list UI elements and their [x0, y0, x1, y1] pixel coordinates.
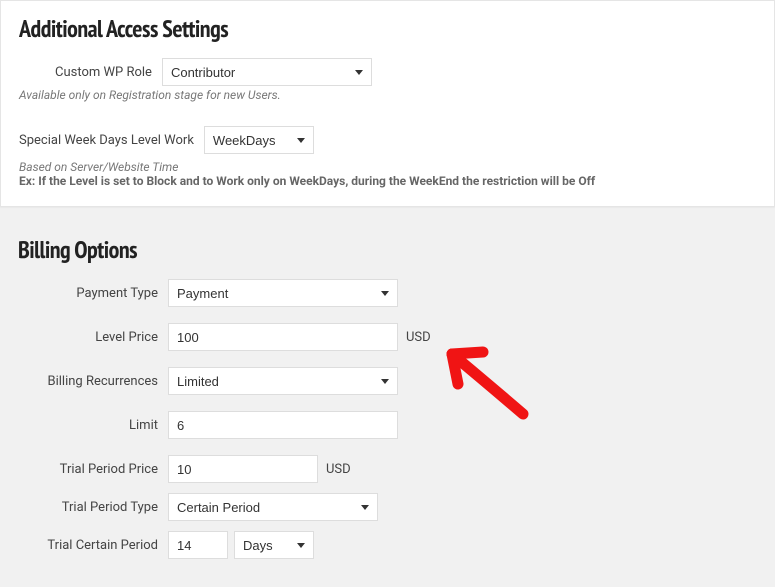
- billing-recurrences-label: Billing Recurrences: [18, 374, 168, 389]
- custom-wp-role-row: Custom WP Role Contributor: [55, 58, 756, 86]
- level-price-currency: USD: [406, 330, 431, 345]
- limit-label: Limit: [18, 418, 168, 433]
- trial-period-price-row: Trial Period Price USD: [18, 455, 757, 483]
- trial-period-price-currency: USD: [326, 462, 351, 477]
- access-settings-heading: Additional Access Settings: [19, 13, 756, 44]
- special-week-days-label: Special Week Days Level Work: [19, 133, 194, 148]
- custom-wp-role-label: Custom WP Role: [55, 65, 152, 80]
- billing-options-panel: Billing Options Payment Type Payment Lev…: [0, 222, 775, 587]
- trial-period-price-label: Trial Period Price: [18, 462, 168, 477]
- billing-options-heading: Billing Options: [18, 234, 757, 265]
- special-week-days-row: Special Week Days Level Work WeekDays: [19, 126, 756, 154]
- payment-type-row: Payment Type Payment: [18, 279, 757, 307]
- level-price-input[interactable]: [168, 323, 398, 351]
- trial-period-type-row: Trial Period Type Certain Period: [18, 493, 757, 521]
- level-price-label: Level Price: [18, 330, 168, 345]
- trial-period-price-input[interactable]: [168, 455, 318, 483]
- billing-recurrences-select[interactable]: Limited: [168, 367, 398, 395]
- payment-type-label: Payment Type: [18, 286, 168, 301]
- trial-period-type-select[interactable]: Certain Period: [168, 493, 378, 521]
- limit-row: Limit: [18, 411, 757, 439]
- limit-input[interactable]: [168, 411, 398, 439]
- special-week-days-select[interactable]: WeekDays: [204, 126, 314, 154]
- custom-wp-role-select[interactable]: Contributor: [162, 58, 372, 86]
- payment-type-select[interactable]: Payment: [168, 279, 398, 307]
- level-price-row: Level Price USD: [18, 323, 757, 351]
- trial-certain-period-row: Trial Certain Period Days: [18, 531, 757, 559]
- additional-access-settings-panel: Additional Access Settings Custom WP Rol…: [0, 0, 775, 207]
- trial-period-type-label: Trial Period Type: [18, 500, 168, 515]
- custom-wp-role-helper: Available only on Registration stage for…: [19, 88, 756, 102]
- special-week-days-helper1: Based on Server/Website Time: [19, 160, 756, 174]
- special-week-days-helper2: Ex: If the Level is set to Block and to …: [19, 174, 756, 188]
- trial-certain-period-input[interactable]: [168, 531, 228, 559]
- billing-recurrences-row: Billing Recurrences Limited: [18, 367, 757, 395]
- trial-certain-period-unit-select[interactable]: Days: [234, 531, 314, 559]
- trial-certain-period-label: Trial Certain Period: [18, 538, 168, 553]
